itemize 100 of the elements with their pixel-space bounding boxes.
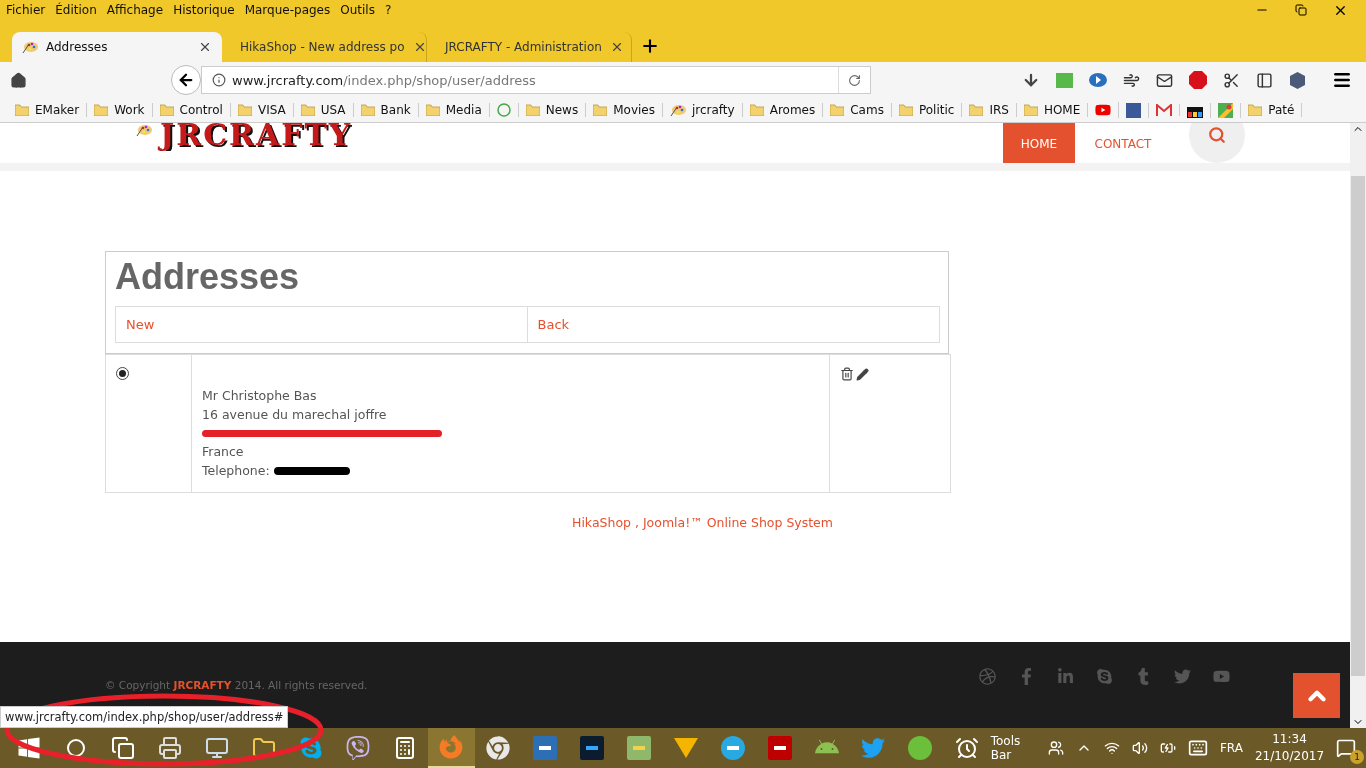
windows-icon[interactable] — [17, 736, 42, 760]
address-line: 16 avenue du marechal joffre — [202, 405, 388, 424]
new-tab-icon[interactable] — [640, 36, 660, 56]
bookmark[interactable]: jrcrafty — [662, 103, 743, 117]
chrome-icon[interactable] — [486, 736, 511, 760]
bookmark[interactable]: Control — [152, 103, 231, 117]
monitor-icon[interactable] — [205, 736, 229, 760]
gmail-icon[interactable] — [1156, 104, 1173, 116]
search-icon[interactable] — [66, 738, 87, 758]
folder-icon — [94, 104, 109, 116]
browser-tab[interactable]: Addresses — [12, 32, 222, 62]
folder-icon — [749, 104, 764, 116]
stop-sign-icon[interactable] — [1189, 71, 1207, 89]
bookmark[interactable]: Cams — [823, 103, 892, 117]
folder-icon — [898, 104, 913, 116]
tab-title: JRCRAFTY - Administration — [445, 40, 602, 54]
action-link[interactable]: New — [116, 307, 528, 342]
palette-icon — [22, 40, 38, 54]
scissors-icon[interactable] — [1223, 71, 1240, 89]
menu-item[interactable]: Historique — [173, 3, 235, 17]
volume-icon[interactable] — [1131, 740, 1148, 756]
tab-title: HikaShop - New address po — [240, 40, 405, 54]
folder-icon — [1248, 104, 1263, 116]
palette-icon — [669, 103, 686, 117]
bookmark[interactable]: Aromes — [742, 103, 824, 117]
download-icon[interactable] — [1022, 71, 1040, 89]
menu-item[interactable]: Fichier — [6, 3, 46, 17]
bookmark[interactable]: Politic — [891, 103, 963, 117]
menu-item[interactable]: Affichage — [106, 3, 164, 17]
nav-link[interactable]: CONTACT — [1075, 123, 1171, 163]
close-icon[interactable] — [198, 40, 212, 54]
menu-item[interactable]: Marque-pages — [244, 3, 331, 17]
youtube-icon[interactable] — [1095, 102, 1112, 118]
bookmark[interactable]: VISA — [230, 103, 294, 117]
map-icon[interactable] — [1218, 102, 1234, 118]
notification-icon[interactable] — [1336, 738, 1357, 758]
clock-date[interactable]: 21/10/2017 — [1254, 748, 1325, 765]
url-text: www.jrcrafty.com/index.php/shop/user/address — [232, 72, 536, 88]
edit-icon[interactable] — [856, 367, 869, 381]
language-indicator[interactable]: FRA — [1219, 741, 1243, 755]
delete-icon[interactable] — [840, 367, 854, 381]
scroll-to-top-button[interactable] — [1293, 673, 1340, 718]
people-icon[interactable] — [1047, 740, 1064, 756]
address-field[interactable]: www.jrcrafty.com/index.php/shop/user/address — [201, 66, 871, 94]
menu-item[interactable]: ? — [384, 3, 392, 17]
address-line: France — [202, 443, 245, 461]
folder-icon — [237, 104, 252, 116]
folder-icon — [159, 104, 174, 116]
battery-icon[interactable] — [1159, 740, 1176, 756]
notification-badge: 1 — [1350, 750, 1365, 764]
bookmark[interactable]: Movies — [586, 103, 663, 117]
palette-icon — [136, 123, 152, 137]
printer-icon[interactable] — [158, 736, 183, 760]
brand-link[interactable]: JRCRAFTY — [173, 679, 232, 691]
tornado-icon[interactable] — [1123, 71, 1140, 89]
folder-icon — [525, 104, 540, 116]
bookmark[interactable]: Bank — [353, 103, 419, 117]
home-icon[interactable] — [10, 71, 27, 89]
bookmark[interactable]: HOME — [1016, 103, 1089, 117]
back-button[interactable] — [171, 65, 201, 95]
sidebar-icon[interactable] — [1256, 71, 1273, 89]
bookmark[interactable]: Work — [87, 103, 153, 117]
toolbar-label[interactable]: Tools Bar — [990, 734, 1036, 762]
nav-link[interactable]: HOME — [1003, 123, 1075, 163]
menu-item[interactable]: Édition — [55, 3, 97, 17]
reload-icon — [848, 73, 861, 87]
v-logo-icon[interactable] — [673, 736, 698, 760]
status-url: www.jrcrafty.com/index.php/shop/user/address# — [0, 706, 289, 728]
wifi-icon[interactable] — [1103, 740, 1120, 756]
menu-item[interactable]: Outils — [340, 3, 375, 17]
bookmark[interactable]: Paté — [1241, 103, 1303, 117]
info-icon — [212, 73, 226, 87]
field-label: Telephone: — [202, 462, 270, 478]
bookmark[interactable]: News — [518, 103, 587, 117]
clock-time[interactable]: 11:34 — [1272, 731, 1307, 748]
page-title: Addresses — [115, 256, 301, 298]
folder-icon — [300, 104, 315, 116]
restore-icon[interactable] — [1295, 2, 1307, 18]
folder-icon — [593, 104, 608, 116]
bookmark[interactable]: IRS — [962, 103, 1017, 117]
bookmark[interactable]: Media — [418, 103, 490, 117]
alarm-clock-icon[interactable] — [955, 736, 980, 760]
viber-icon[interactable] — [345, 736, 370, 760]
task-view-icon[interactable] — [111, 736, 136, 760]
powered-by-link[interactable]: HikaShop , Joomla!™ Online Shop System — [572, 515, 833, 530]
folder-icon — [425, 104, 440, 116]
keyboard-icon[interactable] — [1187, 738, 1208, 758]
mail-icon[interactable] — [1156, 71, 1173, 89]
scrollbar[interactable] — [1350, 123, 1366, 728]
search-button[interactable] — [1189, 123, 1245, 163]
skype-icon[interactable] — [298, 736, 323, 760]
menu-icon[interactable] — [1332, 70, 1352, 90]
bookmark[interactable]: USA — [293, 103, 354, 117]
folder-icon — [830, 104, 845, 116]
copyright-text: © Copyright JRCRAFTY 2014. All rights reserved. — [105, 679, 368, 691]
bookmark[interactable]: EMaker — [8, 103, 88, 117]
action-link[interactable]: Back — [527, 307, 939, 342]
folder-icon — [1023, 104, 1038, 116]
play-icon[interactable] — [1089, 72, 1107, 88]
folder-icon — [360, 104, 375, 116]
